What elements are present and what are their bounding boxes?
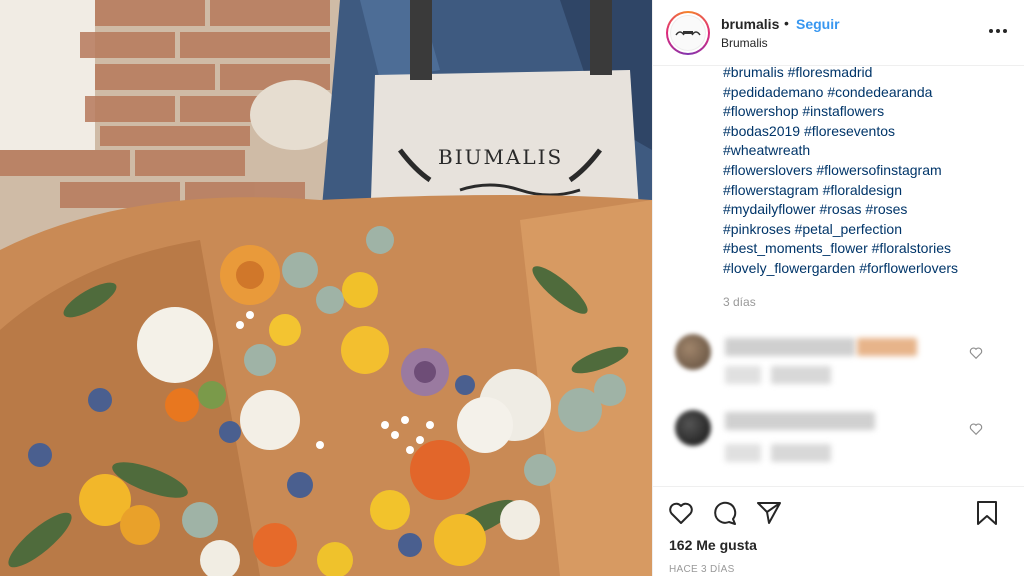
caption-line: #mydailyflower #rosas #roses: [723, 200, 1013, 220]
hashtag-link[interactable]: #rosas: [819, 201, 861, 217]
username[interactable]: brumalis: [721, 16, 779, 32]
hashtag-link[interactable]: #lovely_flowergarden: [723, 260, 855, 276]
commenter-avatar[interactable]: [675, 410, 711, 446]
hashtag-link[interactable]: #roses: [865, 201, 907, 217]
caption-line: #best_moments_flower #floralstories: [723, 239, 1013, 259]
hashtag-link[interactable]: #brumalis: [723, 64, 784, 80]
hashtag-link[interactable]: #mydailyflower: [723, 201, 816, 217]
commenter-avatar[interactable]: [675, 334, 711, 370]
hashtag-link[interactable]: #best_moments_flower: [723, 240, 868, 256]
hashtag-link[interactable]: #flowersofinstagram: [816, 162, 941, 178]
post-timestamp[interactable]: HACE 3 DÍAS: [669, 564, 735, 575]
post-caption: #brumalis #floresmadrid #pedidademano #co…: [723, 63, 1013, 279]
caption-line: #flowerstagram #floraldesign: [723, 181, 1013, 201]
more-options-icon[interactable]: [989, 24, 1009, 38]
caption-line: #pedidademano #condedearanda: [723, 83, 1013, 103]
likes-count[interactable]: 162 Me gusta: [669, 537, 757, 553]
hashtag-link[interactable]: #floralstories: [872, 240, 951, 256]
comment-like-heart-icon[interactable]: [969, 422, 983, 436]
blurred-comment-text: [725, 338, 855, 356]
heart-icon[interactable]: [667, 499, 695, 527]
hashtag-link[interactable]: #condedearanda: [827, 84, 932, 100]
blurred-comment-meta: [771, 366, 831, 384]
blurred-comment-text: [725, 412, 875, 430]
caption-line: #wheatwreath: [723, 141, 1013, 161]
hashtag-link[interactable]: #forflowerlovers: [859, 260, 958, 276]
more-dot: [996, 29, 1000, 33]
avatar[interactable]: [666, 11, 710, 55]
avatar-inner: [668, 13, 708, 53]
comment-item: [653, 394, 1024, 464]
hashtag-link[interactable]: #pedidademano: [723, 84, 823, 100]
comment-item: [653, 318, 1024, 388]
comment-like-heart-icon[interactable]: [969, 346, 983, 360]
caption-line: #bodas2019 #floreseventos: [723, 122, 1013, 142]
caption-line: #pinkroses #petal_perfection: [723, 220, 1013, 240]
follow-button[interactable]: Seguir: [796, 16, 840, 32]
bouquet-photo: BIUMALIS: [0, 0, 652, 576]
bookmark-icon[interactable]: [973, 499, 1001, 527]
more-dot: [989, 29, 993, 33]
hashtag-link[interactable]: #pinkroses: [723, 221, 791, 237]
hashtag-link[interactable]: #wheatwreath: [723, 142, 810, 158]
brand-logo-icon: [670, 15, 706, 51]
blurred-comment-meta: [771, 444, 831, 462]
hashtag-link[interactable]: #flowershop: [723, 103, 799, 119]
more-dot: [1003, 29, 1007, 33]
post-details-panel: brumalis • Seguir Brumalis #brumalis #fl…: [652, 0, 1024, 576]
blurred-comment-meta: [725, 444, 761, 462]
hashtag-link[interactable]: #bodas2019: [723, 123, 800, 139]
hashtag-link[interactable]: #flowerstagram: [723, 182, 819, 198]
hashtag-link[interactable]: #instaflowers: [802, 103, 884, 119]
hashtag-link[interactable]: #floreseventos: [804, 123, 895, 139]
hashtag-link[interactable]: #petal_perfection: [795, 221, 902, 237]
caption-line: #lovely_flowergarden #forflowerlovers: [723, 259, 1013, 279]
hashtag-link[interactable]: #floresmadrid: [788, 64, 873, 80]
blurred-comment-emoji: [857, 338, 917, 356]
caption-time[interactable]: 3 días: [723, 295, 756, 309]
location-link[interactable]: Brumalis: [721, 36, 768, 50]
blurred-comment-meta: [725, 366, 761, 384]
post-header: brumalis • Seguir Brumalis: [653, 0, 1024, 66]
separator-dot: •: [784, 15, 789, 31]
post-actions: 162 Me gusta HACE 3 DÍAS: [653, 486, 1024, 576]
caption-line: #flowerslovers #flowersofinstagram: [723, 161, 1013, 181]
hashtag-link[interactable]: #floraldesign: [823, 182, 902, 198]
apron-logo-text: BIUMALIS: [438, 145, 563, 169]
comment-icon[interactable]: [711, 499, 739, 527]
share-icon[interactable]: [755, 499, 783, 527]
caption-line: #flowershop #instaflowers: [723, 102, 1013, 122]
post-photo[interactable]: BIUMALIS: [0, 0, 652, 576]
hashtag-link[interactable]: #flowerslovers: [723, 162, 812, 178]
